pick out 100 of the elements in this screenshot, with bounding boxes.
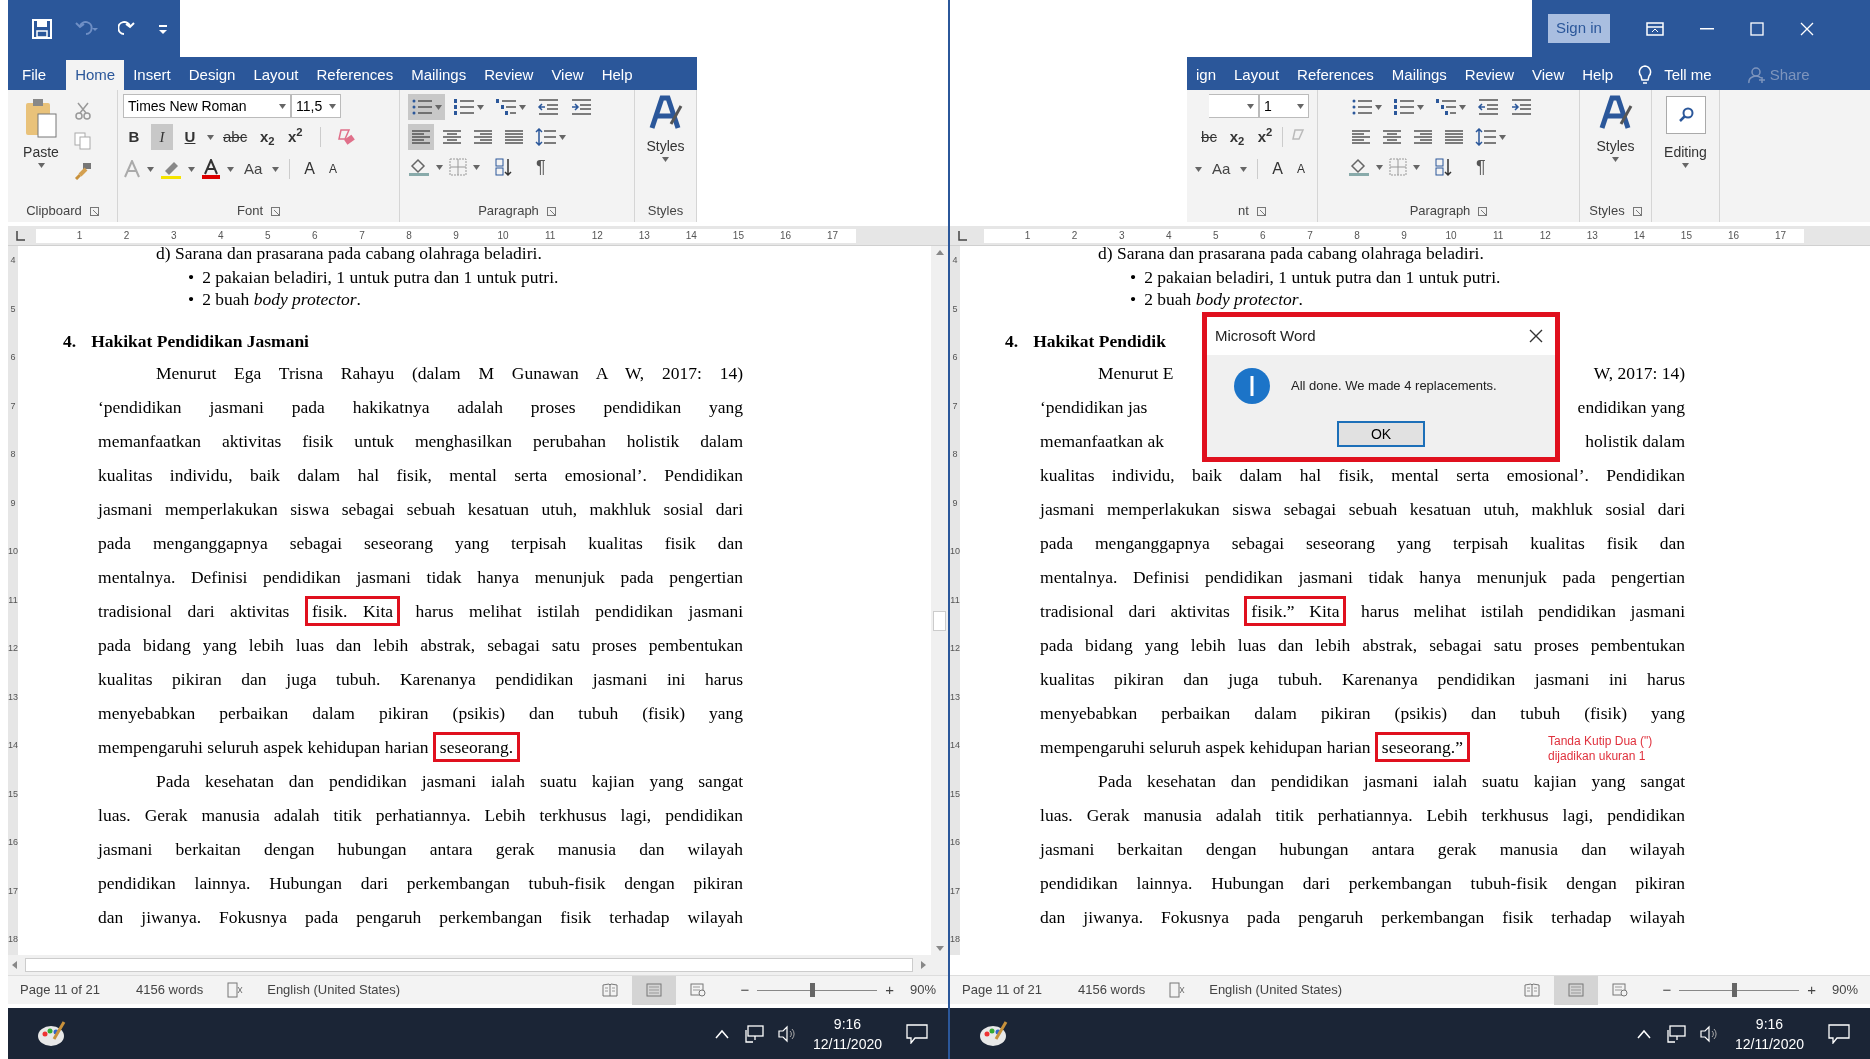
caret-icon — [473, 164, 480, 170]
group-label: nt — [1238, 202, 1249, 221]
ribbon-tab[interactable]: References — [307, 60, 403, 90]
paragraph-text: harus melihat istilah pendidikan jasmani — [414, 600, 743, 621]
caret-icon — [37, 163, 45, 168]
increase-indent-icon — [1510, 98, 1532, 116]
highlighted-text: fisik. Kita — [304, 595, 401, 626]
paragraph-text: Pada kesehatan dan pendidikan jasmani ialah suatu kajian yang sangat — [156, 769, 743, 793]
ribbon-tab[interactable]: ign — [1187, 60, 1226, 90]
subscript-button[interactable]: x$_{2}$ — [256, 124, 279, 150]
decrease-indent-icon — [1477, 98, 1499, 116]
zoom-in-button[interactable]: + — [885, 978, 894, 1002]
ribbon-tab[interactable]: Design — [179, 60, 245, 90]
bullet: • — [188, 265, 195, 289]
ribbon-tab[interactable]: Help — [592, 60, 642, 90]
styles-button[interactable]: Styles — [1596, 94, 1635, 200]
scroll-thumb[interactable] — [933, 610, 946, 631]
ribbon-tab[interactable]: Layout — [1225, 60, 1289, 90]
change-case-button[interactable]: Aa — [240, 157, 267, 181]
zoom-percent: 90% — [909, 981, 936, 1000]
bold-button[interactable]: B — [123, 124, 145, 150]
ribbon-tab[interactable]: References — [1288, 60, 1383, 90]
paragraph-text: mempengaruhi seluruh aspek kehidupan harian — [98, 736, 430, 757]
ribbon-tab[interactable]: Review — [475, 60, 543, 90]
group-label: Styles — [647, 202, 684, 221]
ruler-number: 11 — [950, 593, 960, 607]
strike-button[interactable]: bc — [1198, 124, 1220, 150]
ribbon-tab[interactable]: Insert — [124, 60, 180, 90]
superscript-button[interactable]: x$^{2}$ — [1254, 124, 1276, 150]
web-layout-icon — [1612, 983, 1629, 997]
print-view-button[interactable] — [632, 975, 677, 1005]
page-number: Page 11 of 21 — [20, 981, 100, 1000]
align-left-button[interactable] — [408, 124, 434, 150]
ribbon-tab[interactable]: View — [542, 60, 593, 90]
zoom-slider[interactable] — [757, 983, 878, 997]
clock-time: 9:16 — [833, 1014, 862, 1034]
slider-thumb[interactable] — [1732, 983, 1738, 997]
zoom-out-button[interactable]: − — [740, 978, 750, 1002]
ruler-number: 13 — [950, 690, 960, 704]
zoom-out-button[interactable]: − — [1662, 978, 1672, 1002]
ruler-number: 7 — [952, 399, 958, 413]
zoom-in-button[interactable]: + — [1807, 978, 1816, 1002]
paragraph-text: Menurut Ega Trisna Rahayu (dalam M Gunawan A W, 2017: 14) — [156, 361, 743, 385]
paragraph-text: kualitas individu, baik dalam hal fisik, mental serta emosional’. Pendidikan — [98, 463, 743, 487]
ribbon-tab[interactable]: File — [8, 60, 61, 90]
shrink-font-button[interactable]: A — [1293, 160, 1309, 178]
speaker-icon — [1698, 1024, 1719, 1043]
ribbon-tab[interactable]: Mailings — [402, 60, 476, 90]
font-size-field[interactable]: 11,5 — [291, 94, 341, 118]
ok-button[interactable]: OK — [1337, 421, 1425, 447]
font-size-field[interactable]: 1 — [1259, 94, 1309, 118]
paragraph-text: mempengaruhi seluruh aspek kehidupan harian — [1040, 736, 1372, 757]
grow-font-button[interactable]: A — [1268, 157, 1287, 181]
network-icon — [1666, 1024, 1687, 1043]
ruler-number: 9 — [1400, 229, 1408, 243]
caret-icon — [1194, 166, 1202, 172]
ribbon-tab[interactable]: View — [1523, 60, 1574, 90]
superscript-button[interactable]: x$^{2}$ — [284, 124, 307, 150]
paragraph-text: luas. Gerak manusia adalah titik perhatiannya. Lebih terkhusus lagi, pendidikan — [1040, 803, 1685, 827]
bullets-button[interactable] — [408, 94, 445, 120]
zoom-slider[interactable] — [1679, 983, 1800, 997]
slider-thumb[interactable] — [810, 983, 816, 997]
show-formatting-button[interactable]: ¶ — [1472, 153, 1490, 181]
ribbon-tab[interactable]: Home — [66, 60, 125, 90]
paste-button[interactable]: Paste — [16, 98, 66, 200]
horizontal-scrollbar[interactable] — [8, 955, 948, 975]
ribbon-tab[interactable]: Review — [1455, 60, 1523, 90]
dialog-title: Microsoft Word — [1215, 325, 1316, 346]
ribbon-display-icon — [1645, 21, 1664, 36]
shrink-font-button[interactable]: A — [325, 160, 342, 178]
sign-in-button[interactable]: Sign in — [1548, 14, 1610, 43]
paragraph-text: pada bidang yang lebih luas dan lebih abstrak, sebagai satu proses pembentukan — [1040, 633, 1685, 657]
change-case-button[interactable]: Aa — [1207, 157, 1235, 181]
tell-me-button[interactable]: Tell me — [1622, 60, 1724, 90]
ribbon-tab[interactable]: Layout — [244, 60, 308, 90]
ribbon-tab[interactable]: Help — [1573, 60, 1623, 90]
strike-button[interactable]: abc — [220, 124, 251, 150]
caret-icon — [1297, 103, 1304, 109]
caret-icon — [662, 157, 669, 162]
subscript-button[interactable]: x$_{2}$ — [1226, 124, 1248, 150]
font-name-field[interactable] — [1209, 94, 1259, 118]
font-name-field[interactable]: Times New Roman — [123, 94, 291, 118]
styles-button[interactable]: Styles — [646, 94, 685, 200]
print-view-button[interactable] — [1554, 975, 1599, 1005]
caret-icon — [1682, 163, 1689, 168]
ribbon-tab[interactable]: Mailings — [1382, 60, 1456, 90]
paragraph-text: memanfaatkan aktivitas fisik untuk menghasilkan perubahan holistik dalam — [98, 429, 743, 453]
grow-font-button[interactable]: A — [300, 157, 320, 181]
vertical-scrollbar[interactable] — [931, 246, 948, 955]
ruler-number: 12 — [950, 642, 960, 656]
italic-button[interactable]: I — [151, 124, 173, 150]
ruler-number: 17 — [1773, 229, 1788, 243]
paragraph-text: harus melihat istilah pendidikan jasmani — [1360, 600, 1686, 621]
zoom-percent: 90% — [1831, 981, 1858, 1000]
underline-button[interactable]: U — [179, 124, 201, 150]
caret-icon — [519, 104, 526, 110]
show-formatting-button[interactable]: ¶ — [532, 153, 550, 181]
ruler-number: 16 — [1726, 229, 1741, 243]
ruler-number: 12 — [8, 642, 18, 656]
caret-icon — [1247, 103, 1254, 109]
